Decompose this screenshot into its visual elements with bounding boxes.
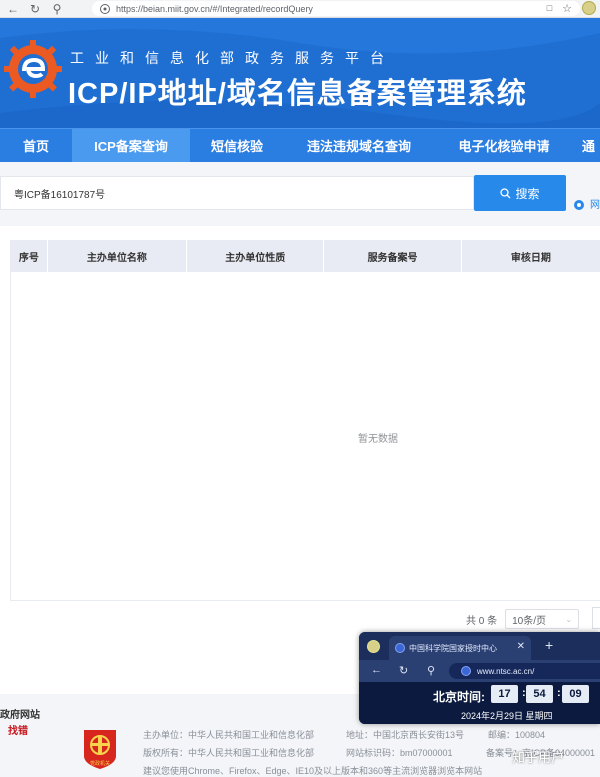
browser-toolbar: ← ↻ ⚲ https://beian.miit.gov.cn/#/Integr… [0,0,600,18]
time-hour: 17 [491,685,518,703]
floating-tab-title: 中国科学院国家授时中心 [409,643,497,653]
footer-postcode: 邮编：100804 [488,730,546,740]
back-icon[interactable]: ← [371,664,382,676]
total-count: 共 0 条 [466,615,498,627]
beijing-time-label: 北京时间: [433,690,485,704]
tab-icp-query[interactable]: ICP备案查询 [72,128,190,163]
emblem-text: 党政机关 [90,760,110,767]
tab-home[interactable]: 首页 [0,129,72,163]
tab-illegal-domain[interactable]: 违法违规域名查询 [284,129,434,163]
search-icon[interactable]: ⚲ [427,664,435,677]
plus-icon[interactable]: + [545,637,553,653]
site-icon [461,666,471,676]
gov-site-label[interactable]: 政府网站 [0,706,40,721]
footer-copyright: 版权所有：中华人民共和国工业和信息化部 [143,748,315,758]
back-icon[interactable]: ← [4,0,22,18]
column-header-review-date: 审核日期 [462,240,600,272]
search-button-label: 搜索 [515,186,540,201]
table-header: 序号 主办单位名称 主办单位性质 服务备案号 审核日期 [11,240,600,272]
search-icon[interactable]: ⚲ [48,0,66,18]
extension-icon[interactable]: □ [547,3,552,13]
header-subtitle: 工业和信息化部政务服务平台 [70,50,395,66]
footer-browser-hint: 建议您使用Chrome、Firefox、Edge、IE10及以上版本和360等主… [143,766,483,776]
page-title: ICP/IP地址/域名信息备案管理系统 [68,78,527,110]
tab-more[interactable]: 通 [574,129,600,163]
empty-state: 暂无数据 [358,434,398,445]
results-table: 序号 主办单位名称 主办单位性质 服务备案号 审核日期 暂无数据 [10,240,600,600]
search-input-value: 粤ICP备16101787号 [14,189,106,201]
time-minute: 54 [526,685,553,703]
search-input[interactable]: 粤ICP备16101787号 [0,176,474,210]
chevron-down-icon: ⌄ [565,614,573,624]
reload-icon[interactable]: ↻ [26,0,44,18]
floating-tab-bar: 中国科学院国家授时中心 ✕ + [359,632,600,660]
divider [10,600,600,601]
emblem-icon[interactable]: 党政机关 [82,728,118,770]
reload-icon[interactable]: ↻ [399,664,408,677]
avatar[interactable] [582,1,596,15]
floating-url: www.ntsc.ac.cn/ [477,666,535,676]
floating-nav-bar: ← ↻ ⚲ www.ntsc.ac.cn/ [359,660,600,682]
time-second: 09 [562,685,589,703]
site-icon [395,643,405,653]
main-menu: 首页 ICP备案查询 短信核验 违法违规域名查询 电子化核验申请 通 [0,128,600,163]
gov-error-label[interactable]: 找错 [8,722,28,737]
search-icon [500,187,511,198]
tab-sms-verify[interactable]: 短信核验 [190,129,284,163]
tab-e-verify[interactable]: 电子化核验申请 [434,129,574,163]
column-header-org-type: 主办单位性质 [187,240,325,272]
time-colon: : [557,687,561,699]
browser-actions: □ ☆ [547,1,596,15]
address-bar[interactable]: https://beian.miit.gov.cn/#/Integrated/r… [92,1,580,16]
page-size-select[interactable]: 10条/页 ⌄ [505,609,580,629]
page-size-value: 10条/页 [512,615,547,627]
lock-icon [100,3,110,14]
search-area: 粤ICP备16101787号 搜索 网 [0,162,600,226]
watermark: 知乎用户 [512,750,565,765]
page-jump-input[interactable] [592,607,600,629]
star-icon[interactable]: ☆ [562,2,572,15]
close-icon[interactable]: ✕ [517,641,525,652]
floating-address-bar[interactable]: www.ntsc.ac.cn/ [449,663,600,679]
column-header-index: 序号 [11,240,48,272]
profile-icon[interactable] [367,640,380,653]
pagination: 共 0 条 10条/页 ⌄ [466,609,580,629]
site-header: 工业和信息化部政务服务平台 ICP/IP地址/域名信息备案管理系统 [0,18,600,128]
time-date: 2024年2月29日 星期四 [461,711,553,721]
floating-browser-window[interactable]: 中国科学院国家授时中心 ✕ + ← ↻ ⚲ www.ntsc.ac.cn/ 北京… [359,632,600,724]
search-type-label: 网 [590,200,600,211]
floating-tab[interactable]: 中国科学院国家授时中心 ✕ [389,636,531,660]
search-type-radio[interactable] [574,200,584,210]
column-header-record-no: 服务备案号 [324,240,462,272]
search-button[interactable]: 搜索 [474,175,566,211]
logo-icon [4,40,62,98]
column-header-org-name: 主办单位名称 [48,240,188,272]
beijing-time-panel: 北京时间: 17 : 54 : 09 2024年2月29日 星期四 [359,682,600,724]
footer-site-code: 网站标识码：bm07000001 [346,748,453,758]
footer-address: 地址：中国北京西长安街13号 [346,730,465,740]
url-text: https://beian.miit.gov.cn/#/Integrated/r… [116,3,313,14]
footer-sponsor: 主办单位：中华人民共和国工业和信息化部 [143,730,315,740]
